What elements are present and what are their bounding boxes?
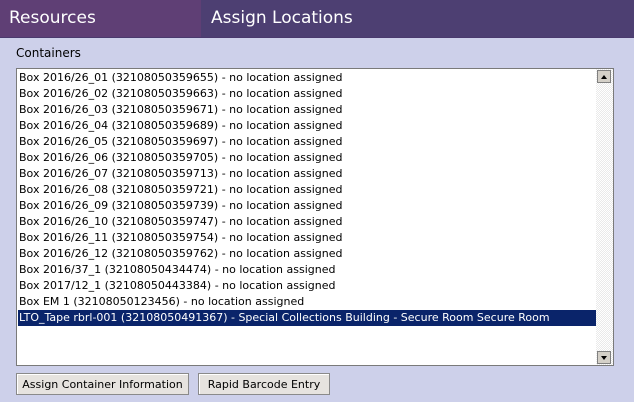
container-list-item[interactable]: Box 2016/26_07 (32108050359713) - no loc… bbox=[18, 166, 596, 182]
container-list-item[interactable]: Box 2016/26_12 (32108050359762) - no loc… bbox=[18, 246, 596, 262]
container-list-item[interactable]: Box 2016/26_02 (32108050359663) - no loc… bbox=[18, 86, 596, 102]
container-list-item[interactable]: Box 2016/26_09 (32108050359739) - no loc… bbox=[18, 198, 596, 214]
assign-locations-title: Assign Locations bbox=[201, 0, 634, 37]
container-list-item[interactable]: Box 2016/26_01 (32108050359655) - no loc… bbox=[18, 70, 596, 86]
resources-title: Resources bbox=[0, 0, 201, 37]
containers-list: Box 2016/26_01 (32108050359655) - no loc… bbox=[17, 69, 596, 365]
containers-listbox[interactable]: Box 2016/26_01 (32108050359655) - no loc… bbox=[16, 68, 614, 366]
container-list-item[interactable]: Box 2017/12_1 (32108050443384) - no loca… bbox=[18, 278, 596, 294]
container-list-item[interactable]: Box EM 1 (32108050123456) - no location … bbox=[18, 294, 596, 310]
container-list-item[interactable]: Box 2016/26_08 (32108050359721) - no loc… bbox=[18, 182, 596, 198]
container-list-item[interactable]: Box 2016/26_11 (32108050359754) - no loc… bbox=[18, 230, 596, 246]
assign-container-information-button[interactable]: Assign Container Information bbox=[16, 373, 189, 395]
container-list-item[interactable]: Box 2016/26_05 (32108050359697) - no loc… bbox=[18, 134, 596, 150]
container-list-item[interactable]: Box 2016/26_10 (32108050359747) - no loc… bbox=[18, 214, 596, 230]
scroll-up-button[interactable] bbox=[597, 70, 611, 83]
rapid-barcode-entry-button[interactable]: Rapid Barcode Entry bbox=[198, 373, 330, 395]
scroll-down-button[interactable] bbox=[597, 351, 611, 364]
container-list-item[interactable]: Box 2016/37_1 (32108050434474) - no loca… bbox=[18, 262, 596, 278]
container-list-item[interactable]: Box 2016/26_03 (32108050359671) - no loc… bbox=[18, 102, 596, 118]
container-list-item[interactable]: Box 2016/26_04 (32108050359689) - no loc… bbox=[18, 118, 596, 134]
containers-label: Containers bbox=[16, 46, 81, 60]
container-list-item[interactable]: Box 2016/26_06 (32108050359705) - no loc… bbox=[18, 150, 596, 166]
title-bar: Resources Assign Locations bbox=[0, 0, 634, 38]
arrow-up-icon bbox=[601, 74, 607, 79]
container-list-item[interactable]: LTO_Tape rbrl-001 (32108050491367) - Spe… bbox=[18, 310, 596, 326]
vertical-scrollbar[interactable] bbox=[596, 69, 613, 365]
arrow-down-icon bbox=[601, 355, 607, 360]
